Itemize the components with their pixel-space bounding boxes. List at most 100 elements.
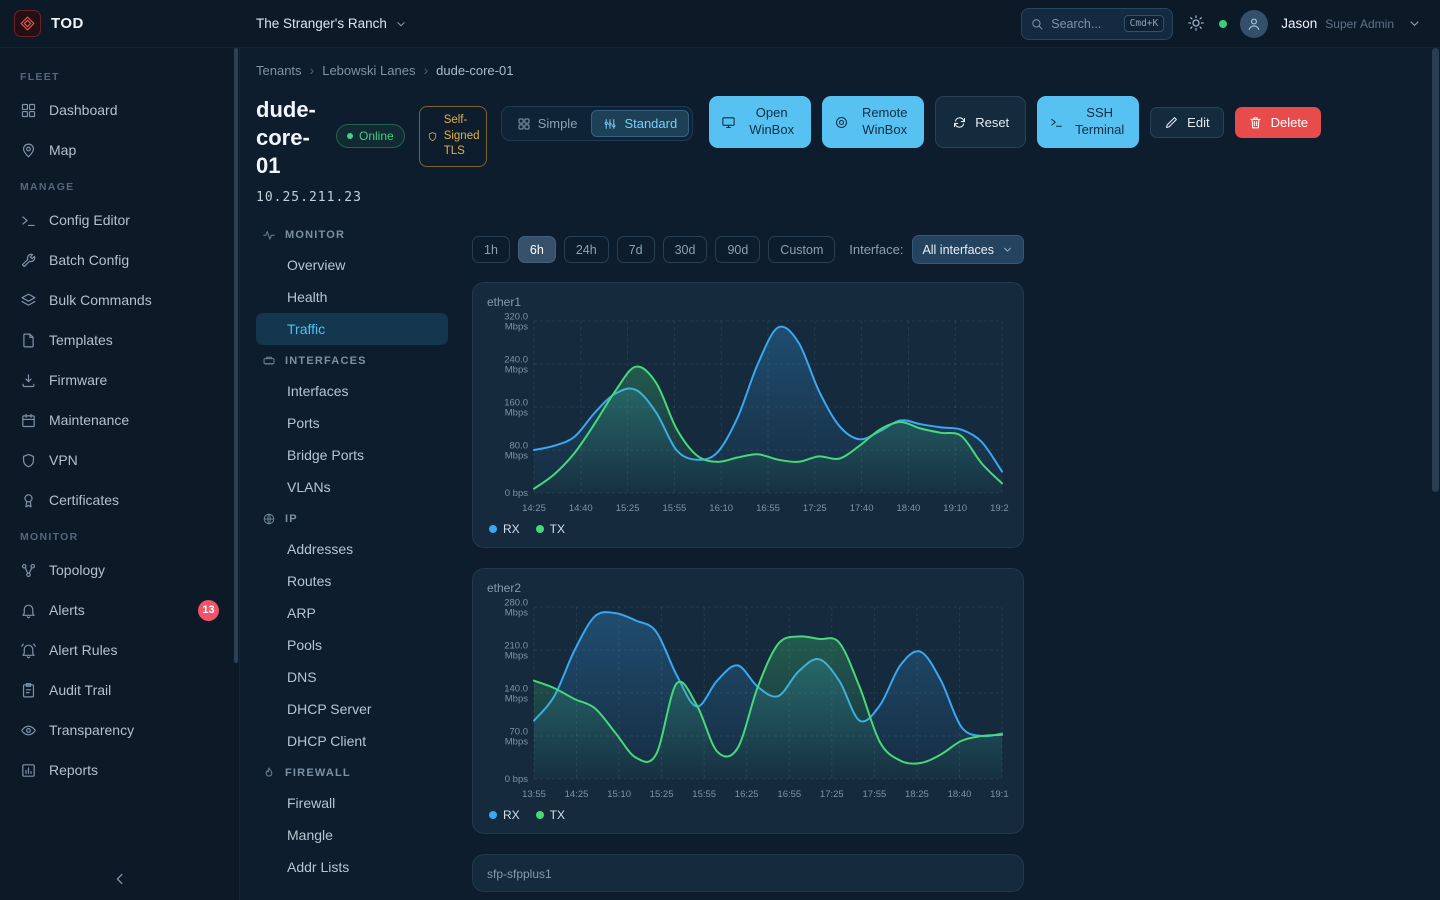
svg-text:17:25: 17:25	[820, 789, 844, 800]
range-custom-button[interactable]: Custom	[768, 236, 835, 263]
theme-toggle-button[interactable]	[1186, 14, 1206, 34]
chart-legend: RXTX	[487, 805, 1009, 823]
sidebar-item-label: VPN	[49, 452, 78, 468]
device-ip: 10.25.211.23	[256, 190, 322, 205]
device-nav-item-overview[interactable]: Overview	[256, 249, 448, 281]
logo-text: TOD	[51, 15, 84, 32]
monitor-controls: 1h6h24h7d30d90dCustom Interface: All int…	[472, 235, 1024, 264]
sidebar-scrollbar[interactable]	[234, 48, 238, 663]
device-nav-item-dns[interactable]: DNS	[256, 661, 448, 693]
open-winbox-button[interactable]: Open WinBox	[709, 96, 811, 148]
range-1h-button[interactable]: 1h	[472, 236, 510, 263]
device-nav-item-interfaces[interactable]: Interfaces	[256, 375, 448, 407]
bell-ring-icon	[20, 642, 37, 659]
search-input[interactable]	[1051, 17, 1116, 31]
interface-select[interactable]: All interfaces	[912, 235, 1024, 264]
sidebar-item-topology[interactable]: Topology	[0, 550, 239, 590]
download-icon	[20, 372, 37, 389]
action-label: Reset	[975, 115, 1009, 130]
monitor-icon	[721, 115, 736, 130]
svg-text:19:10: 19:10	[990, 789, 1009, 800]
user-icon	[1246, 16, 1262, 32]
svg-text:13:55: 13:55	[522, 789, 546, 800]
action-label: Open WinBox	[744, 105, 799, 139]
svg-text:14:25: 14:25	[522, 503, 546, 514]
reset-button[interactable]: Reset	[935, 96, 1026, 148]
device-nav-item-addresses[interactable]: Addresses	[256, 533, 448, 565]
view-mode-standard[interactable]: Standard	[591, 110, 689, 137]
svg-text:16:10: 16:10	[709, 503, 733, 514]
sidebar-item-alerts[interactable]: Alerts13	[0, 590, 239, 630]
sidebar-item-maintenance[interactable]: Maintenance	[0, 400, 239, 440]
sidebar-item-bulk-commands[interactable]: Bulk Commands	[0, 280, 239, 320]
device-nav-item-firewall[interactable]: Firewall	[256, 787, 448, 819]
action-label: SSH Terminal	[1072, 105, 1127, 139]
sidebar-item-alert-rules[interactable]: Alert Rules	[0, 630, 239, 670]
logo-icon	[14, 10, 41, 37]
breadcrumb-item-tenants[interactable]: Tenants	[256, 63, 302, 78]
sidebar-section-title: MONITOR	[0, 520, 239, 550]
range-24h-button[interactable]: 24h	[564, 236, 609, 263]
view-mode-simple[interactable]: Simple	[505, 110, 590, 137]
sidebar-item-transparency[interactable]: Transparency	[0, 710, 239, 750]
device-nav-item-addr-lists[interactable]: Addr Lists	[256, 851, 448, 883]
svg-text:17:40: 17:40	[850, 503, 874, 514]
sidebar-section-title: MANAGE	[0, 170, 239, 200]
action-label: Remote WinBox	[857, 105, 912, 139]
sidebar-item-dashboard[interactable]: Dashboard	[0, 90, 239, 130]
range-90d-button[interactable]: 90d	[715, 236, 760, 263]
avatar[interactable]	[1240, 10, 1268, 38]
device-nav-item-ports[interactable]: Ports	[256, 407, 448, 439]
device-header: dude-core-01 10.25.211.23 Online Self-Si…	[256, 96, 1424, 205]
sidebar-item-label: Certificates	[49, 492, 119, 508]
edit-button[interactable]: Edit	[1150, 107, 1223, 138]
sidebar-item-vpn[interactable]: VPN	[0, 440, 239, 480]
svg-text:Mbps: Mbps	[505, 451, 528, 462]
device-nav-item-traffic[interactable]: Traffic	[256, 313, 448, 345]
range-30d-button[interactable]: 30d	[663, 236, 708, 263]
range-7d-button[interactable]: 7d	[617, 236, 655, 263]
sidebar-item-certificates[interactable]: Certificates	[0, 480, 239, 520]
legend-dot-icon	[536, 525, 544, 533]
chevron-down-icon	[1001, 243, 1014, 256]
device-nav-item-dhcp-client[interactable]: DHCP Client	[256, 725, 448, 757]
device-nav-item-mangle[interactable]: Mangle	[256, 819, 448, 851]
user-menu-chevron-icon[interactable]	[1407, 16, 1422, 31]
window-scrollbar[interactable]	[1432, 48, 1439, 492]
device-nav-item-vlans[interactable]: VLANs	[256, 471, 448, 503]
breadcrumb-item-lebowski-lanes[interactable]: Lebowski Lanes	[322, 63, 415, 78]
delete-button[interactable]: Delete	[1235, 107, 1322, 138]
alert-count-badge: 13	[198, 600, 219, 621]
device-nav-item-health[interactable]: Health	[256, 281, 448, 313]
svg-text:19:10: 19:10	[943, 503, 967, 514]
svg-text:Mbps: Mbps	[505, 651, 528, 662]
activity-icon	[262, 228, 276, 242]
sidebar-item-label: Firmware	[49, 372, 107, 388]
sidebar-item-audit-trail[interactable]: Audit Trail	[0, 670, 239, 710]
search-box[interactable]: Cmd+K	[1021, 8, 1173, 40]
remote-winbox-button[interactable]: Remote WinBox	[822, 96, 924, 148]
sidebar-item-map[interactable]: Map	[0, 130, 239, 170]
sidebar-item-reports[interactable]: Reports	[0, 750, 239, 790]
device-nav-item-arp[interactable]: ARP	[256, 597, 448, 629]
device-nav-item-bridge-ports[interactable]: Bridge Ports	[256, 439, 448, 471]
action-label: Delete	[1271, 115, 1309, 130]
sun-icon	[1187, 14, 1205, 32]
range-6h-button[interactable]: 6h	[518, 236, 556, 263]
svg-text:15:25: 15:25	[650, 789, 674, 800]
device-nav-item-routes[interactable]: Routes	[256, 565, 448, 597]
tenant-selector[interactable]: The Stranger's Ranch	[256, 16, 408, 31]
sidebar-collapse-button[interactable]	[108, 868, 132, 892]
ssh-terminal-button[interactable]: SSH Terminal	[1037, 96, 1139, 148]
sidebar-item-config-editor[interactable]: Config Editor	[0, 200, 239, 240]
sidebar-item-batch-config[interactable]: Batch Config	[0, 240, 239, 280]
sidebar-item-templates[interactable]: Templates	[0, 320, 239, 360]
sidebar-item-label: Reports	[49, 762, 98, 778]
sidebar-item-firmware[interactable]: Firmware	[0, 360, 239, 400]
svg-text:Mbps: Mbps	[505, 322, 528, 333]
device-nav-item-dhcp-server[interactable]: DHCP Server	[256, 693, 448, 725]
time-range-group: 1h 6h 24h 7d 30d 90d Custom	[472, 236, 835, 263]
device-nav-item-pools[interactable]: Pools	[256, 629, 448, 661]
legend-tx: TX	[536, 522, 565, 536]
traffic-chart-ether2: 280.0Mbps210.0Mbps140.0Mbps70.0Mbps0 bps…	[487, 597, 1009, 805]
